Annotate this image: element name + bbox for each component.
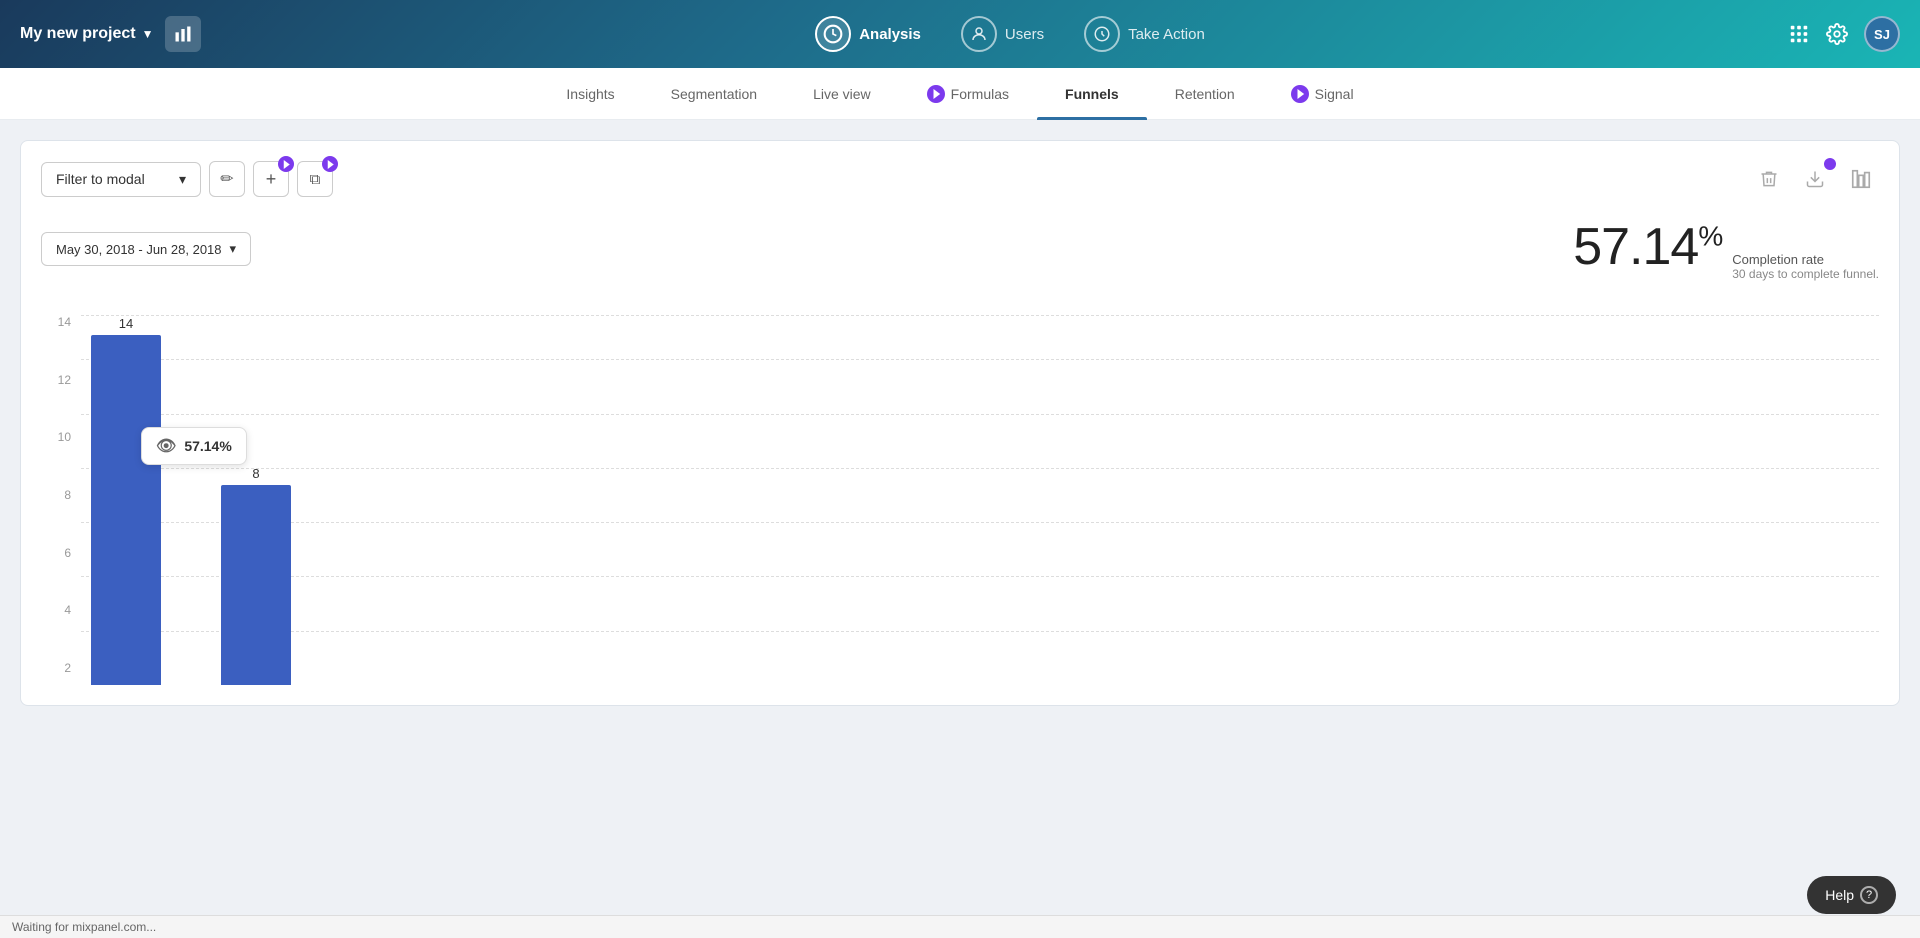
bar-2-wrapper: 8 — [211, 466, 301, 685]
conversion-tooltip: 👁 57.14% — [141, 427, 247, 465]
funnel-card: Filter to modal ▾ ✏ + ⧉ — [20, 140, 1900, 706]
completion-rate-value: 57.14% — [1573, 217, 1722, 277]
calendar-icon: ▾ — [230, 241, 237, 257]
bar-2-label: 8 — [252, 466, 259, 481]
add-badge — [278, 156, 294, 172]
copy-badge — [322, 156, 338, 172]
signal-badge — [1291, 85, 1309, 103]
completion-rate-label: Completion rate — [1732, 252, 1879, 267]
bar-1-label: 14 — [119, 316, 133, 331]
plus-icon: + — [266, 169, 277, 190]
edit-icon: ✏ — [220, 169, 233, 189]
main-content: Filter to modal ▾ ✏ + ⧉ — [0, 120, 1920, 938]
bars-group: 14 👁 57.14% 8 — [81, 305, 1879, 685]
download-button[interactable] — [1797, 161, 1833, 197]
analysis-icon — [815, 16, 851, 52]
y-label-14: 14 — [41, 315, 71, 329]
apps-icon[interactable] — [1788, 23, 1810, 45]
formulas-badge — [927, 85, 945, 103]
header-center: Analysis Users Take Action — [240, 16, 1780, 52]
status-text: Waiting for mixpanel.com... — [12, 920, 156, 934]
subnav: Insights Segmentation Live view Formulas… — [0, 68, 1920, 120]
chart-container: 2 4 6 8 10 12 14 — [41, 305, 1879, 685]
date-range-picker[interactable]: May 30, 2018 - Jun 28, 2018 ▾ — [41, 232, 251, 266]
stats-row: May 30, 2018 - Jun 28, 2018 ▾ 57.14% Com… — [41, 217, 1879, 281]
segmentation-label: Segmentation — [671, 86, 757, 102]
insights-label: Insights — [566, 86, 614, 102]
help-circle-icon: ? — [1860, 886, 1878, 904]
retention-label: Retention — [1175, 86, 1235, 102]
settings-icon[interactable] — [1826, 23, 1848, 45]
copy-icon: ⧉ — [310, 171, 321, 188]
y-label-12: 12 — [41, 373, 71, 387]
subnav-segmentation[interactable]: Segmentation — [643, 68, 785, 120]
live-view-label: Live view — [813, 86, 871, 102]
help-button[interactable]: Help ? — [1807, 876, 1896, 914]
delete-button[interactable] — [1751, 161, 1787, 197]
chart-options-button[interactable] — [1843, 161, 1879, 197]
dropdown-arrow-icon: ▾ — [179, 171, 186, 188]
take-action-icon — [1084, 16, 1120, 52]
edit-button[interactable]: ✏ — [209, 161, 245, 197]
filter-dropdown[interactable]: Filter to modal ▾ — [41, 162, 201, 197]
funnels-label: Funnels — [1065, 86, 1119, 102]
header-left: My new project ▼ — [20, 16, 240, 52]
header-right: SJ — [1780, 16, 1900, 52]
subnav-funnels[interactable]: Funnels — [1037, 68, 1147, 120]
subnav-retention[interactable]: Retention — [1147, 68, 1263, 120]
project-name[interactable]: My new project ▼ — [20, 25, 153, 43]
toolbar-right — [1751, 161, 1879, 197]
toolbar-left: Filter to modal ▾ ✏ + ⧉ — [41, 161, 333, 197]
y-label-2: 2 — [41, 661, 71, 675]
bar-chart-icon[interactable] — [165, 16, 201, 52]
status-bar: Waiting for mixpanel.com... — [0, 915, 1920, 938]
nav-take-action[interactable]: Take Action — [1084, 16, 1205, 52]
y-axis: 2 4 6 8 10 12 14 — [41, 305, 71, 685]
bar-1[interactable] — [91, 335, 161, 685]
y-label-4: 4 — [41, 603, 71, 617]
y-label-8: 8 — [41, 488, 71, 502]
nav-analysis[interactable]: Analysis — [815, 16, 921, 52]
bar-2[interactable] — [221, 485, 291, 685]
help-label: Help — [1825, 887, 1854, 903]
header: My new project ▼ Analysis — [0, 0, 1920, 68]
analysis-label: Analysis — [859, 26, 921, 43]
formulas-label: Formulas — [951, 86, 1009, 102]
y-label-10: 10 — [41, 430, 71, 444]
y-label-6: 6 — [41, 546, 71, 560]
filter-label: Filter to modal — [56, 171, 145, 187]
signal-label: Signal — [1315, 86, 1354, 102]
subnav-signal[interactable]: Signal — [1263, 68, 1382, 120]
bar-1-wrapper: 14 — [81, 316, 171, 685]
nav-users[interactable]: Users — [961, 16, 1044, 52]
subnav-live-view[interactable]: Live view — [785, 68, 899, 120]
eye-icon: 👁 — [156, 436, 176, 456]
copy-button[interactable]: ⧉ — [297, 161, 333, 197]
subnav-insights[interactable]: Insights — [538, 68, 642, 120]
download-badge — [1824, 158, 1836, 170]
completion-rate-number: 57.14 — [1573, 218, 1698, 276]
completion-days-label: 30 days to complete funnel. — [1732, 267, 1879, 281]
project-name-text: My new project — [20, 25, 136, 43]
chevron-down-icon: ▼ — [142, 27, 154, 41]
take-action-label: Take Action — [1128, 26, 1205, 43]
completion-stats: 57.14% Completion rate 30 days to comple… — [1573, 217, 1879, 281]
add-button[interactable]: + — [253, 161, 289, 197]
tooltip-value: 57.14% — [184, 438, 231, 454]
users-label: Users — [1005, 26, 1044, 43]
toolbar: Filter to modal ▾ ✏ + ⧉ — [41, 161, 1879, 197]
completion-label-group: Completion rate 30 days to complete funn… — [1732, 252, 1879, 281]
subnav-formulas[interactable]: Formulas — [899, 68, 1037, 120]
date-range-text: May 30, 2018 - Jun 28, 2018 — [56, 242, 222, 257]
users-icon — [961, 16, 997, 52]
avatar[interactable]: SJ — [1864, 16, 1900, 52]
